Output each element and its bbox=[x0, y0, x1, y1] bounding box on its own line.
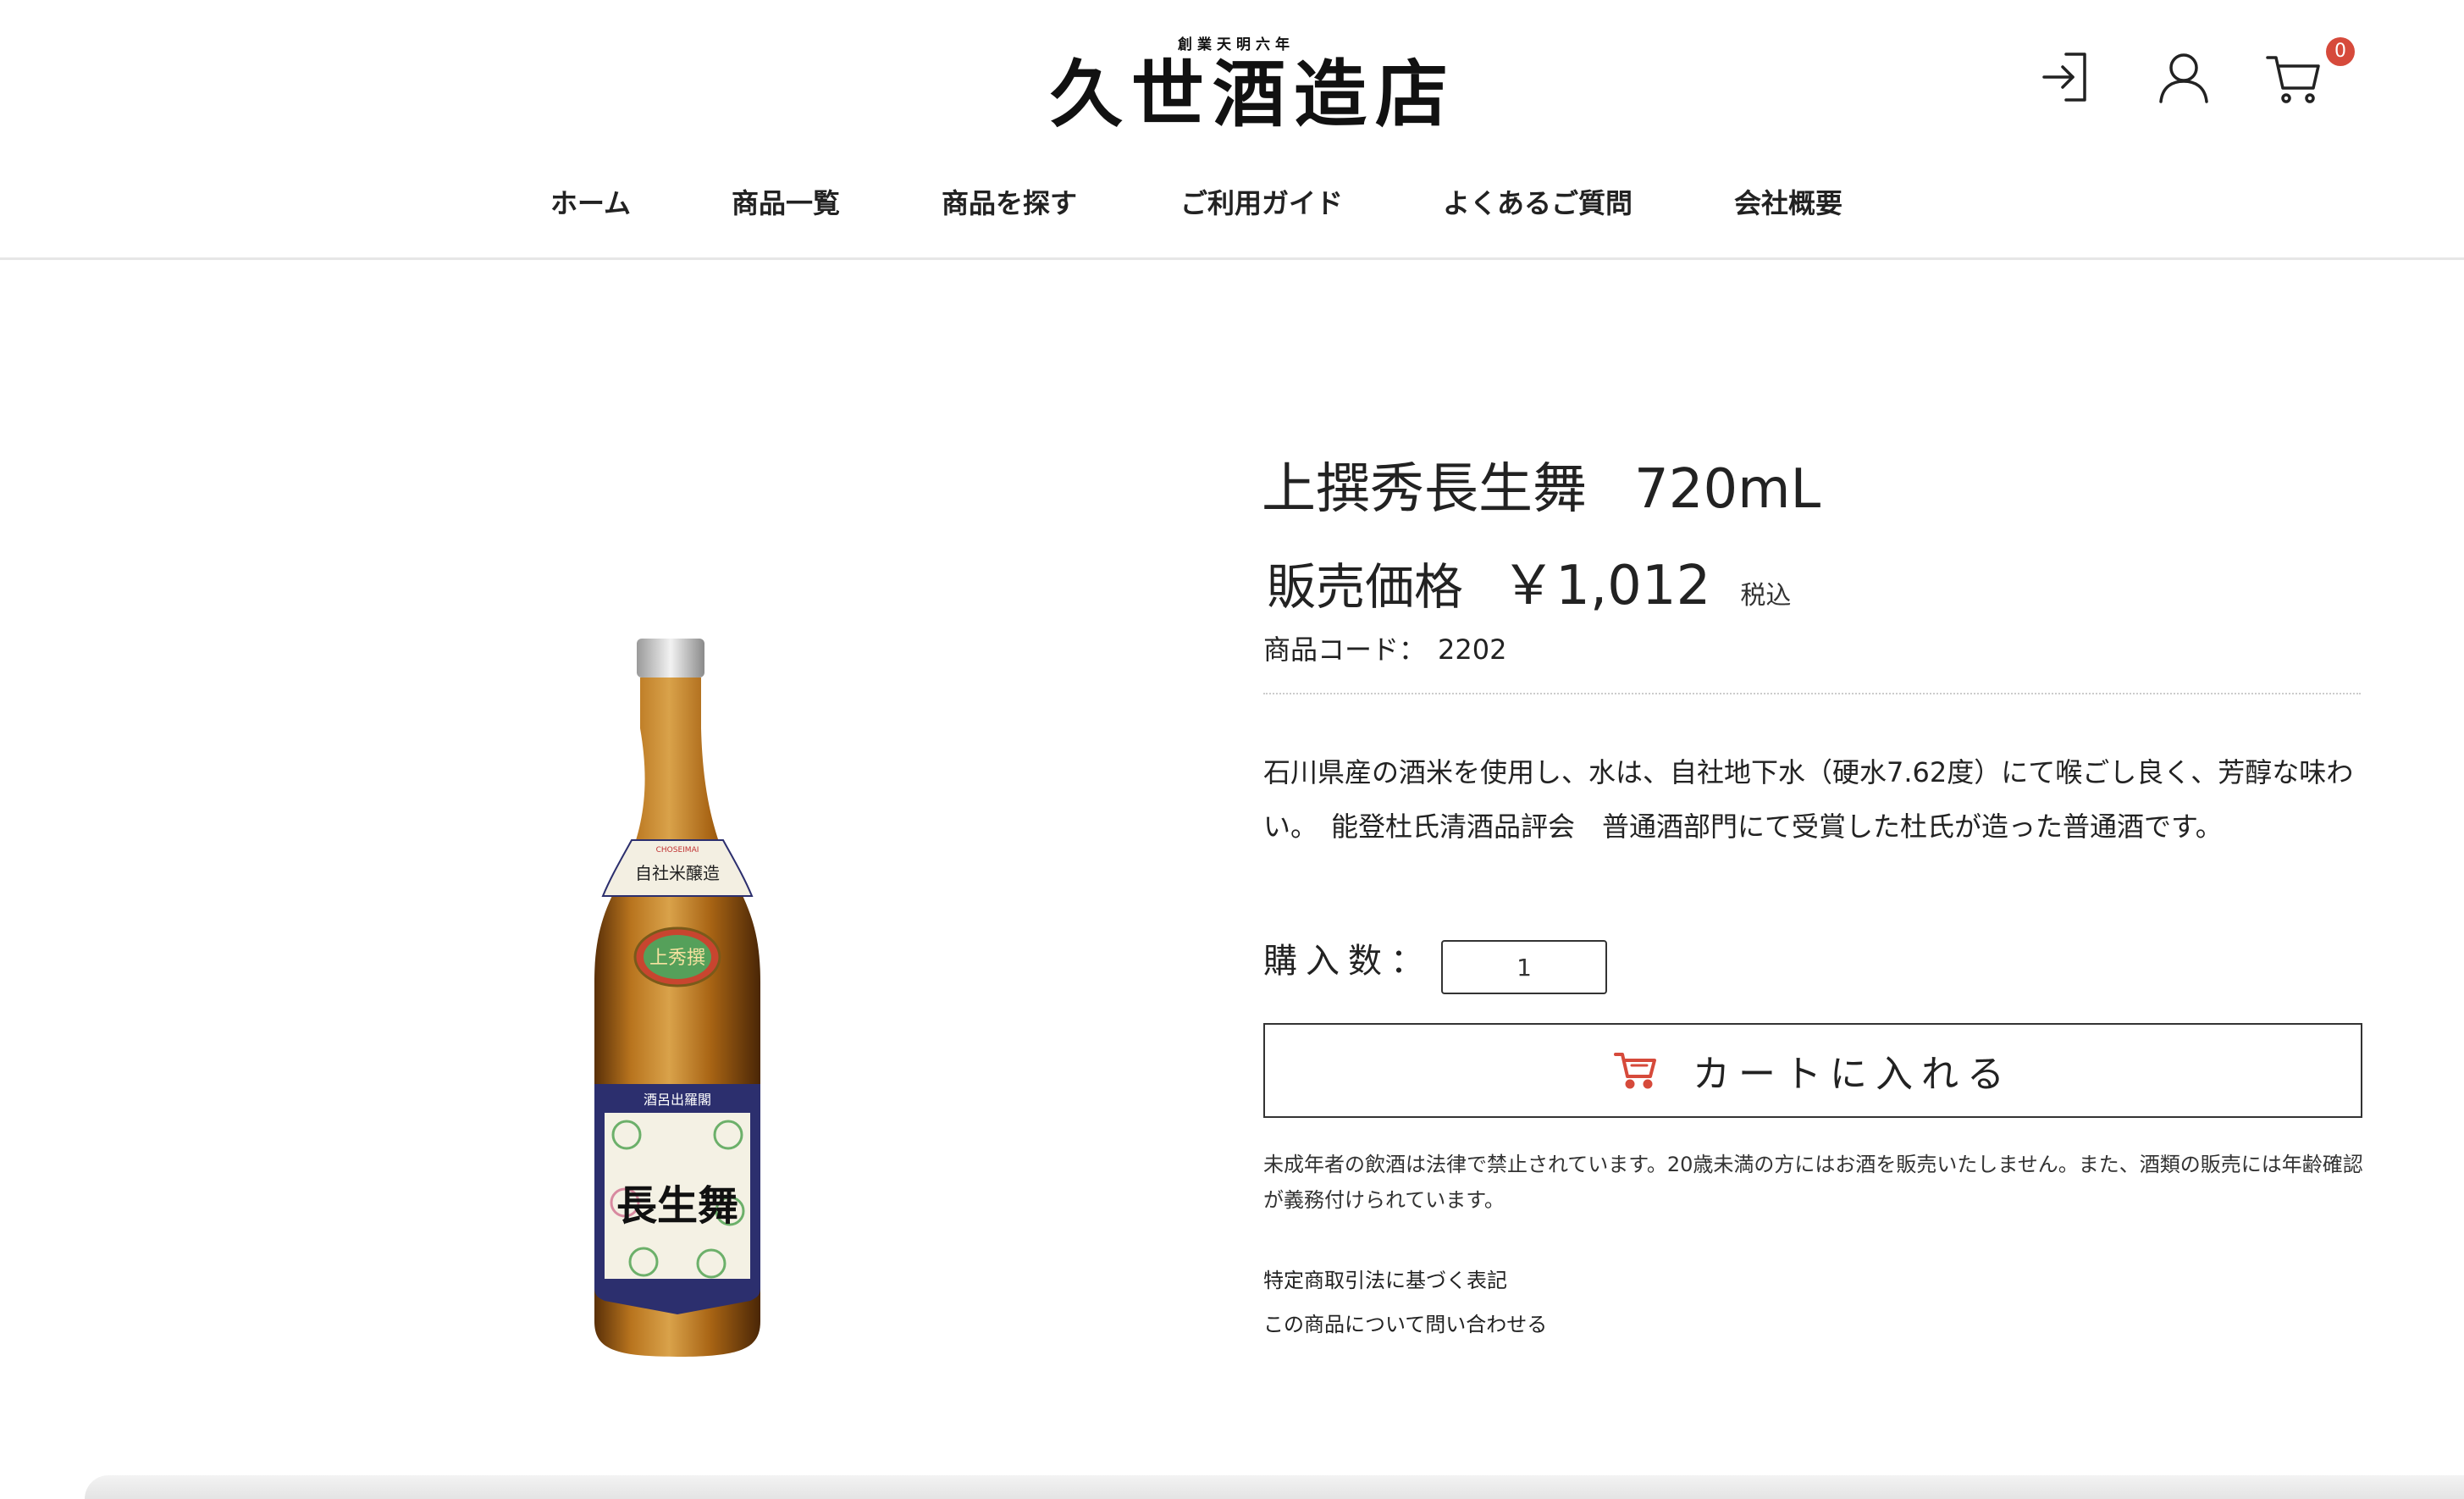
logo-name: 久世酒造店 bbox=[1050, 53, 1456, 137]
bottle-brand-text: 長生舞 bbox=[616, 1182, 738, 1230]
nav-item-products[interactable]: 商品一覧 bbox=[732, 178, 840, 229]
user-icon[interactable] bbox=[2154, 47, 2213, 107]
product-volume: 720mL bbox=[1634, 458, 1821, 521]
add-to-cart-label: カートに入れる bbox=[1693, 1053, 2013, 1096]
login-icon[interactable] bbox=[2036, 47, 2095, 107]
nav-item-company[interactable]: 会社概要 bbox=[1734, 178, 1842, 229]
nav-item-home[interactable]: ホーム bbox=[550, 178, 631, 229]
cart-icon bbox=[1613, 1047, 1693, 1094]
legal-notice-link[interactable]: 特定商取引法に基づく表記 bbox=[1263, 1264, 1507, 1297]
bottle-romaji: CHOSEIMAI bbox=[656, 846, 699, 855]
bottle-shoulder-text: 酒呂出羅閣 bbox=[644, 1092, 711, 1108]
product-code-label: 商品コード： bbox=[1263, 633, 1427, 666]
quantity-input[interactable] bbox=[1441, 940, 1607, 994]
product-code-row: 商品コード： 2202 bbox=[1263, 628, 1506, 671]
nav-item-faq[interactable]: よくあるご質問 bbox=[1443, 178, 1633, 229]
quantity-label: 購入数： bbox=[1263, 942, 1433, 981]
cart-icon[interactable] bbox=[2264, 47, 2323, 107]
divider bbox=[1263, 693, 2361, 694]
tax-label: 税込 bbox=[1740, 581, 1792, 611]
bottle-band-text: 自社米醸造 bbox=[635, 863, 720, 883]
product-inquiry-link[interactable]: この商品について問い合わせる bbox=[1263, 1308, 1547, 1341]
product-image: CHOSEIMAI 自社米醸造 上秀撰 酒呂出羅閣 長生舞 bbox=[542, 627, 813, 1372]
main-nav: ホーム 商品一覧 商品を探す ご利用ガイド よくあるご質問 会社概要 bbox=[0, 178, 2464, 229]
price-row: 販売価格 ￥1,012 税込 bbox=[1267, 542, 1792, 617]
product-name: 上撰秀長生舞 bbox=[1262, 458, 1587, 521]
price-label: 販売価格 bbox=[1267, 558, 1464, 616]
cart-count-badge: 0 bbox=[2326, 37, 2355, 66]
product-code-value: 2202 bbox=[1438, 633, 1507, 666]
site-header: 創業天明六年 久世酒造店 0 ホーム 商品一覧 商品を探す ご利用ガイド よくあ… bbox=[0, 0, 2464, 260]
nav-item-guide[interactable]: ご利用ガイド bbox=[1180, 178, 1343, 229]
product-title: 上撰秀長生舞 720mL bbox=[1262, 454, 1820, 525]
nav-item-search[interactable]: 商品を探す bbox=[942, 178, 1077, 229]
bottle-grade-text: 上秀撰 bbox=[649, 948, 705, 969]
age-notice: 未成年者の飲酒は法律で禁止されています。20歳未満の方にはお酒を販売いたしません… bbox=[1263, 1153, 2363, 1212]
price-value: ￥1,012 bbox=[1501, 555, 1711, 617]
add-to-cart-button[interactable]: カートに入れる bbox=[1263, 1023, 2362, 1118]
logo-tagline: 創業天明六年 bbox=[1178, 36, 1295, 53]
footer-edge bbox=[85, 1475, 2464, 1499]
site-logo[interactable]: 創業天明六年 久世酒造店 bbox=[1050, 36, 1456, 137]
product-description: 石川県産の酒米を使用し、水は、自社地下水（硬水7.62度）にて喉ごし良く、芳醇な… bbox=[1263, 756, 2354, 843]
